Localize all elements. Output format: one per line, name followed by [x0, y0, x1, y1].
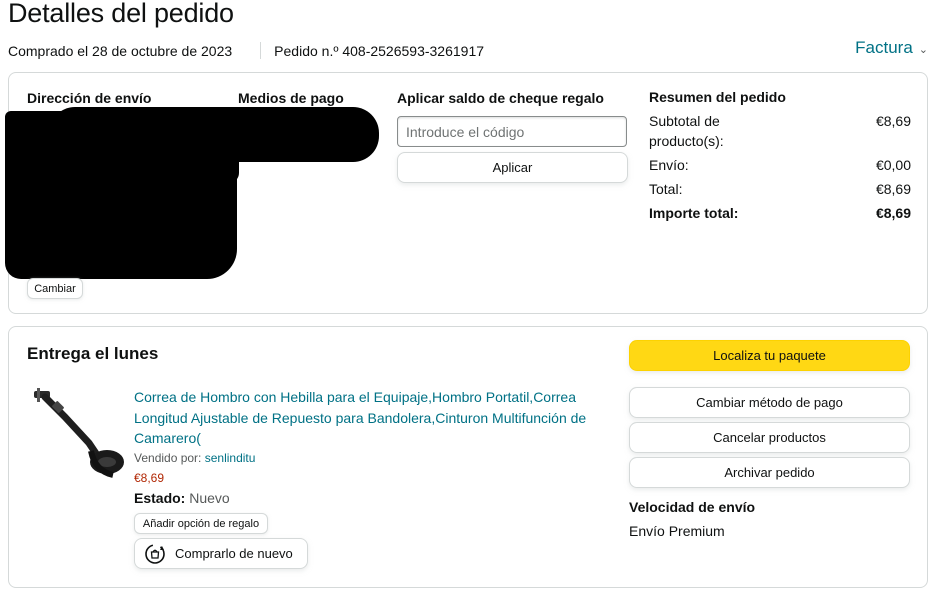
- shipping-address-heading: Dirección de envío: [27, 90, 152, 106]
- add-gift-option-button[interactable]: Añadir opción de regalo: [134, 513, 268, 534]
- summary-row-total: Total: €8,69: [649, 181, 911, 197]
- change-payment-button[interactable]: Cambiar método de pago: [629, 387, 910, 418]
- track-package-button[interactable]: Localiza tu paquete: [629, 340, 910, 371]
- product-title-link[interactable]: Correa de Hombro con Hebilla para el Equ…: [134, 387, 609, 449]
- meta-divider: [260, 42, 262, 59]
- order-summary-heading: Resumen del pedido: [649, 89, 786, 105]
- order-info-box: Dirección de envío Medios de pago Cambia…: [5, 72, 928, 314]
- invoice-label: Factura: [855, 38, 913, 57]
- shipping-speed-value: Envío Premium: [629, 523, 725, 539]
- buy-again-button[interactable]: Comprarlo de nuevo: [134, 538, 308, 569]
- summary-row-shipping: Envío: €0,00: [649, 157, 911, 173]
- order-number: Pedido n.º 408-2526593-3261917: [274, 42, 485, 59]
- order-date: Comprado el 28 de octubre de 2023: [8, 42, 233, 59]
- change-address-button[interactable]: Cambiar: [27, 278, 83, 299]
- delivery-title: Entrega el lunes: [27, 344, 159, 363]
- product-price: €8,69: [134, 471, 165, 485]
- page-title: Detalles del pedido: [8, 0, 234, 28]
- invoice-dropdown[interactable]: Factura ⌄: [855, 38, 928, 58]
- buy-again-icon: [145, 543, 165, 564]
- cancel-items-button[interactable]: Cancelar productos: [629, 422, 910, 453]
- chevron-down-icon: ⌄: [918, 43, 928, 56]
- product-image[interactable]: [31, 385, 131, 485]
- gift-code-input[interactable]: [397, 116, 627, 147]
- seller-info: Vendido por: senlinditu: [134, 451, 256, 465]
- order-meta: Comprado el 28 de octubre de 2023 Pedido…: [8, 42, 484, 59]
- order-summary: Resumen del pedido Subtotal de producto(…: [649, 89, 911, 227]
- summary-row-grand-total: Importe total: €8,69: [649, 205, 911, 221]
- buy-again-label: Comprarlo de nuevo: [175, 546, 293, 561]
- archive-order-button[interactable]: Archivar pedido: [629, 457, 910, 488]
- shipping-speed-heading: Velocidad de envío: [629, 499, 756, 515]
- summary-row-subtotal: Subtotal de producto(s): €8,69: [649, 113, 911, 149]
- apply-button[interactable]: Aplicar: [397, 152, 628, 183]
- payment-method-heading: Medios de pago: [238, 90, 344, 106]
- gift-card-heading: Aplicar saldo de cheque regalo: [397, 90, 604, 106]
- product-condition: Estado: Nuevo: [134, 490, 230, 506]
- seller-link[interactable]: senlinditu: [205, 451, 256, 465]
- delivery-box: Entrega el lunes Correa de Hombro con He…: [8, 326, 928, 588]
